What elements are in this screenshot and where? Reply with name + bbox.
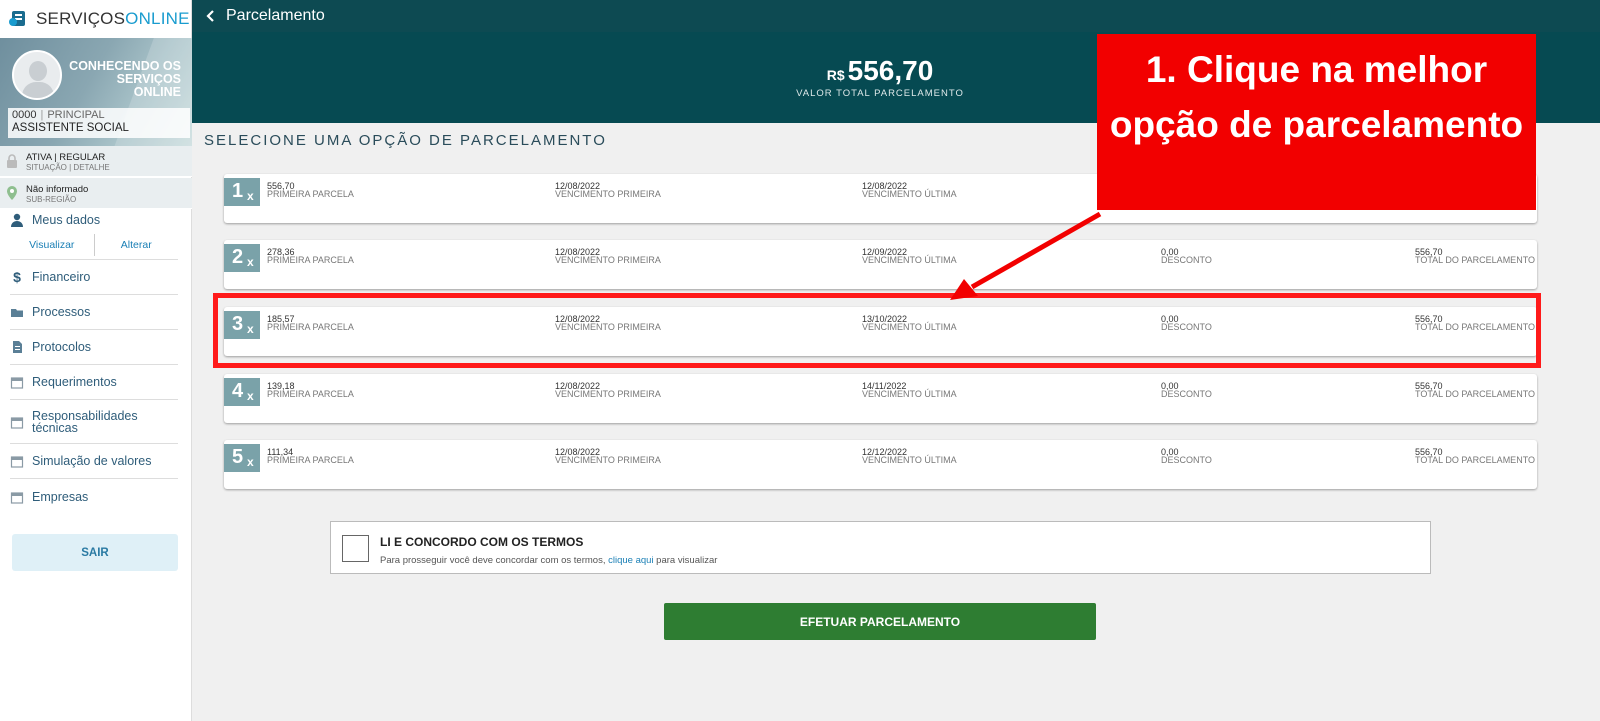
sidebar-item-responsabilidades[interactable]: Responsabilidades técnicas	[10, 400, 178, 444]
first-due-date: 12/08/2022 VENCIMENTO PRIMEIRA	[555, 247, 661, 265]
last-due-date: 14/11/2022 VENCIMENTO ÚLTIMA	[862, 381, 957, 399]
meus-dados-links: Visualizar Alterar	[10, 230, 178, 260]
sidebar-item-requerimentos[interactable]: Requerimentos	[10, 365, 178, 400]
map-pin-icon	[7, 186, 17, 200]
calendar-icon	[10, 377, 24, 389]
status-main: ATIVA | REGULAR	[26, 152, 106, 163]
calendar-icon	[10, 416, 24, 429]
sidebar-item-label: Responsabilidades técnicas	[32, 408, 138, 435]
sidebar-item-label: Empresas	[32, 489, 89, 504]
sidebar-item-processos[interactable]: Processos	[10, 295, 178, 330]
sidebar-item-label: Meus dados	[32, 213, 101, 227]
logo-icon	[9, 11, 25, 26]
sidebar-item-label: Protocolos	[32, 340, 92, 354]
sidebar-item-protocolos[interactable]: Protocolos	[10, 330, 178, 365]
status-row: ATIVA | REGULAR SITUAÇÃO | DETALHE	[0, 146, 192, 177]
first-installment: 185,57 PRIMEIRA PARCELA	[267, 314, 354, 332]
brand-name: SERVIÇOSONLINE	[36, 9, 190, 28]
terms-checkbox[interactable]	[342, 535, 369, 562]
discount: 0,00 DESCONTO	[1161, 247, 1212, 265]
brand-logo[interactable]: SERVIÇOSONLINE	[8, 4, 190, 34]
installment-count-badge: 5x	[224, 444, 260, 472]
status-sub: SITUAÇÃO | DETALHE	[26, 163, 110, 172]
discount: 0,00 DESCONTO	[1161, 314, 1212, 332]
last-due-date: 12/12/2022 VENCIMENTO ÚLTIMA	[862, 447, 957, 465]
first-due-date: 12/08/2022 VENCIMENTO PRIMEIRA	[555, 381, 661, 399]
discount: 0,00 DESCONTO	[1161, 447, 1212, 465]
installment-option[interactable]: 5 x 111,34 PRIMEIRA PARCELA 12/08/2022 VENCIM…	[224, 440, 1537, 489]
installment-option[interactable]: 4 x 139,18 PRIMEIRA PARCELA 12/08/2022 VENCIM…	[224, 374, 1537, 423]
installment-count-badge: 1x	[224, 178, 260, 206]
profile-card: CONHECENDO OS SERVIÇOS ONLINE 0000 | PRINC…	[0, 38, 192, 146]
sidebar-item-financeiro[interactable]: $ Financeiro	[10, 260, 178, 295]
sidebar-item-simulacao[interactable]: Simulação de valores	[10, 444, 178, 479]
visualizar-link[interactable]: Visualizar	[10, 239, 94, 251]
first-installment: 556,70 PRIMEIRA PARCELA	[267, 181, 354, 199]
first-due-date: 12/08/2022 VENCIMENTO PRIMEIRA	[555, 447, 661, 465]
top-bar: Parcelamento	[192, 0, 1600, 32]
terms-title: LI E CONCORDO COM OS TERMOS	[380, 535, 584, 549]
profile-registration: 0000 | PRINCIPAL ASSISTENTE SOCIAL	[8, 108, 190, 138]
main-content: SELECIONE UMA OPÇÃO DE PARCELAMENTO 1 x 55…	[192, 123, 1600, 721]
dollar-icon: $	[13, 269, 21, 285]
total-amount: 556,70	[847, 55, 934, 86]
registration-kind: PRINCIPAL	[47, 109, 105, 121]
region-row: Não informado SUB-REGIÃO	[0, 178, 192, 209]
last-due-date: 12/09/2022 VENCIMENTO ÚLTIMA	[862, 247, 957, 265]
profile-title: CONHECENDO OS SERVIÇOS ONLINE	[69, 59, 181, 99]
region-sub: SUB-REGIÃO	[26, 195, 77, 204]
app: SERVIÇOSONLINE CONHECENDO OS SERVIÇOS ON…	[0, 0, 1600, 721]
logout-button[interactable]: SAIR	[12, 534, 178, 571]
terms-description: Para prosseguir você deve concordar com …	[380, 555, 718, 566]
installment-total: 556,70 TOTAL DO PARCELAMENTO	[1415, 381, 1536, 399]
first-due-date: 12/08/2022 VENCIMENTO PRIMEIRA	[555, 181, 661, 199]
sidebar-item-label: Processos	[32, 305, 91, 319]
chevron-left-icon[interactable]	[204, 9, 218, 23]
calendar-icon	[10, 491, 24, 504]
document-icon	[13, 341, 22, 353]
submit-installment-button[interactable]: EFETUAR PARCELAMENTO	[664, 603, 1096, 640]
first-installment: 139,18 PRIMEIRA PARCELA	[267, 381, 354, 399]
discount: 0,00 DESCONTO	[1161, 381, 1212, 399]
sidebar-item-label: Simulação de valores	[32, 454, 152, 468]
sidebar-item-label: Financeiro	[32, 270, 91, 284]
profile-role: ASSISTENTE SOCIAL	[12, 122, 129, 134]
annotation-callout: 1. Clique na melhor opção de parcelament…	[1097, 34, 1536, 210]
sidebar-item-empresas[interactable]: Empresas	[10, 479, 178, 514]
lock-icon	[7, 154, 17, 168]
user-icon	[11, 213, 23, 227]
sidebar: SERVIÇOSONLINE CONHECENDO OS SERVIÇOS ON…	[0, 0, 192, 721]
sidebar-item-meus-dados[interactable]: Meus dados	[10, 210, 178, 230]
registration-code: 0000	[12, 109, 37, 121]
installment-option[interactable]: 2 x 278,36 PRIMEIRA PARCELA 12/08/2022 VENCIM…	[224, 240, 1537, 289]
installment-total: 556,70 TOTAL DO PARCELAMENTO	[1415, 247, 1536, 265]
section-title: SELECIONE UMA OPÇÃO DE PARCELAMENTO	[204, 132, 607, 149]
last-due-date: 12/08/2022 VENCIMENTO ÚLTIMA	[862, 181, 957, 199]
installment-count-badge: 3x	[224, 311, 260, 339]
sidebar-item-label: Requerimentos	[32, 375, 117, 389]
folder-icon	[11, 309, 23, 317]
region-main: Não informado	[26, 184, 89, 195]
currency-symbol: R$	[826, 67, 845, 83]
first-installment: 111,34 PRIMEIRA PARCELA	[267, 447, 354, 465]
calendar-icon	[10, 456, 24, 468]
installment-count-badge: 4x	[224, 378, 260, 406]
installment-total: 556,70 TOTAL DO PARCELAMENTO	[1415, 314, 1536, 332]
terms-box: LI E CONCORDO COM OS TERMOS Para prosseg…	[330, 521, 1431, 574]
last-due-date: 13/10/2022 VENCIMENTO ÚLTIMA	[862, 314, 957, 332]
installment-option[interactable]: 3 x 185,57 PRIMEIRA PARCELA 12/08/2022 VENCIM…	[224, 307, 1537, 356]
installment-count-badge: 2x	[224, 244, 260, 272]
avatar	[12, 50, 62, 100]
first-due-date: 12/08/2022 VENCIMENTO PRIMEIRA	[555, 314, 661, 332]
page-title: Parcelamento	[226, 7, 325, 24]
installment-total: 556,70 TOTAL DO PARCELAMENTO	[1415, 447, 1536, 465]
sidebar-nav: Meus dados Visualizar Alterar $ Financei…	[0, 210, 192, 514]
alterar-link[interactable]: Alterar	[95, 239, 179, 251]
first-installment: 278,36 PRIMEIRA PARCELA	[267, 247, 354, 265]
terms-link[interactable]: clique aqui	[608, 555, 653, 566]
